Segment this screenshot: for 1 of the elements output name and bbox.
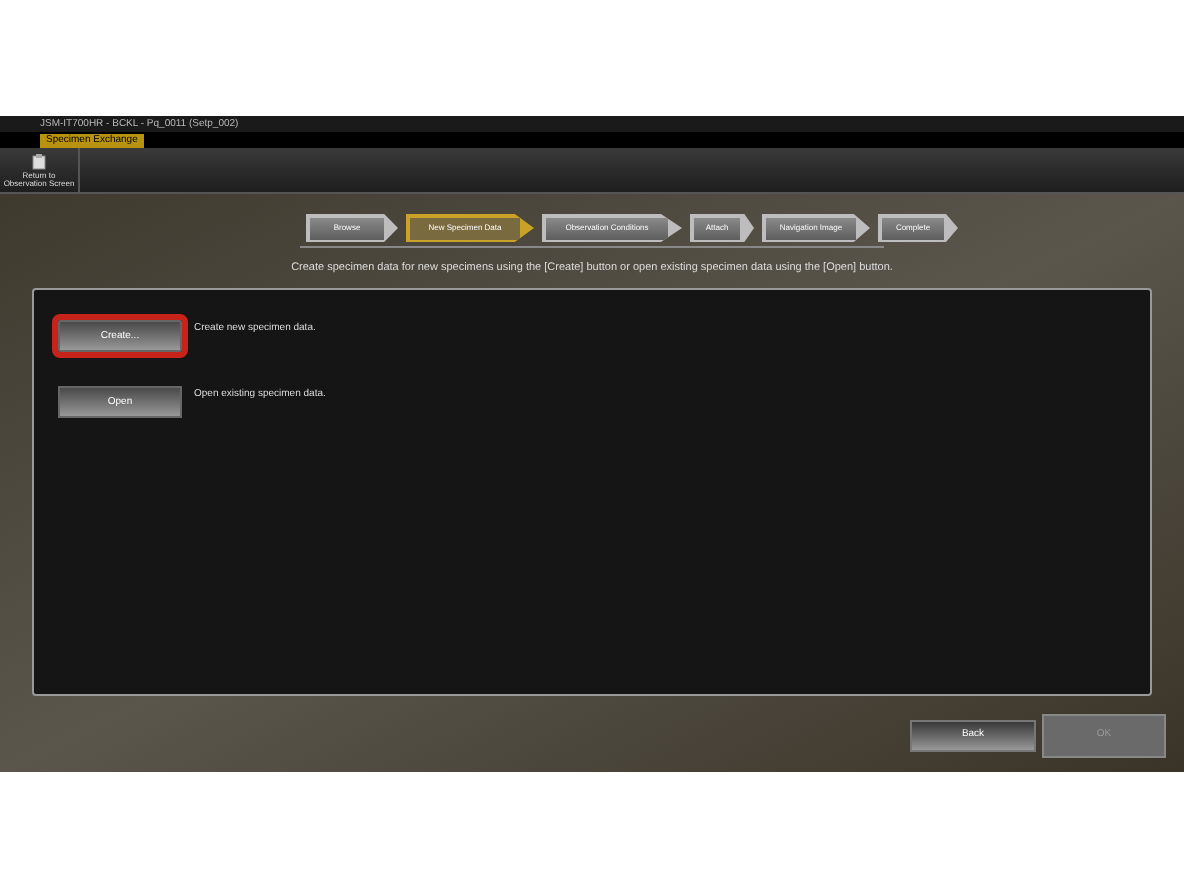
clipboard-icon bbox=[32, 153, 46, 169]
